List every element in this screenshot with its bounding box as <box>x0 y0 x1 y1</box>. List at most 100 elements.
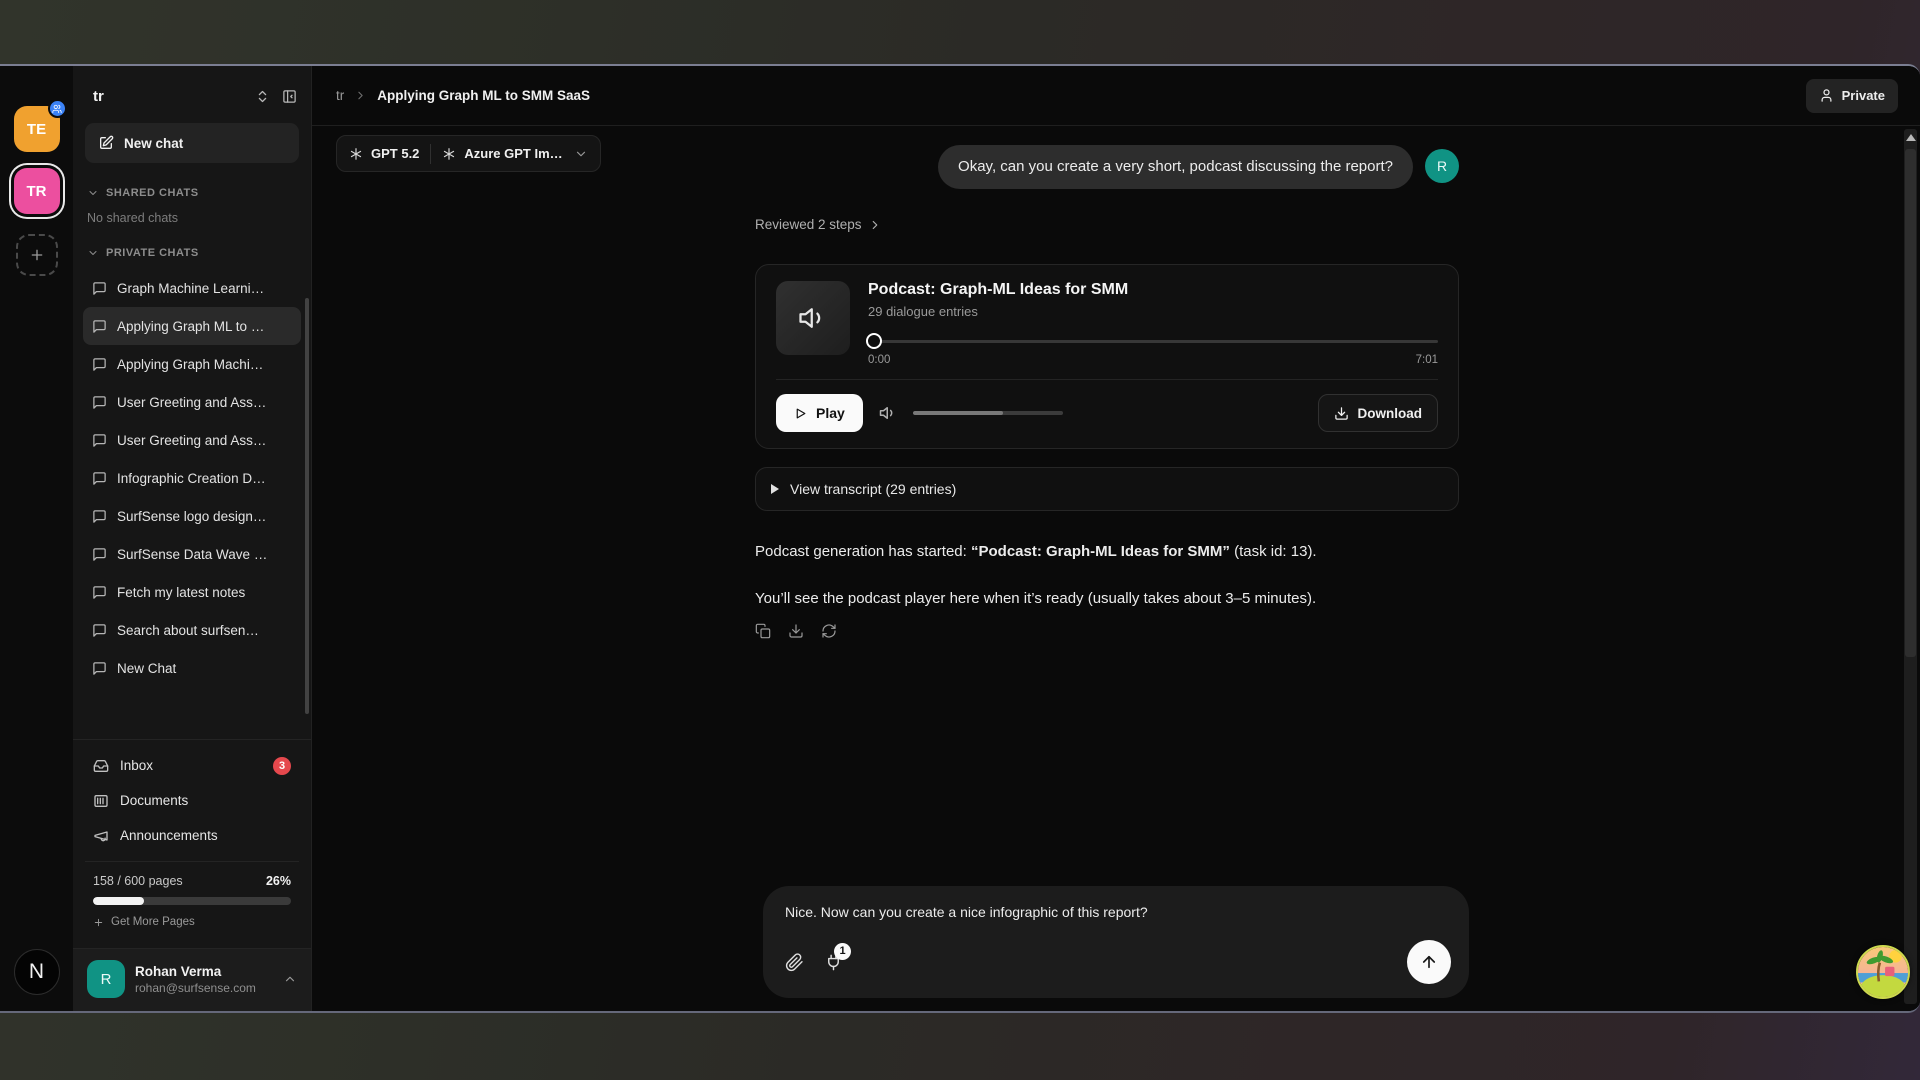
plus-icon <box>93 917 104 928</box>
sidebar-item-announcements[interactable]: Announcements <box>85 818 299 853</box>
sidebar-header: tr <box>73 66 311 115</box>
chat-item-label: User Greeting and Ass… <box>117 433 266 448</box>
user-message-avatar: R <box>1425 149 1459 183</box>
podcast-progress-slider[interactable] <box>868 333 1438 349</box>
new-chat-button[interactable]: New chat <box>85 123 299 163</box>
megaphone-icon <box>93 828 109 844</box>
chat-list-item[interactable]: Applying Graph Machi… <box>83 345 301 383</box>
nav-label: Inbox <box>120 758 153 773</box>
play-icon <box>794 407 807 420</box>
scrollbar-thumb[interactable] <box>1905 149 1916 657</box>
user-profile-menu[interactable]: R Rohan Verma rohan@surfsense.com <box>73 948 311 1011</box>
avatar-initial: R <box>1437 158 1447 174</box>
sidebar-item-documents[interactable]: Documents <box>85 783 299 818</box>
page-usage-panel: 158 / 600 pages 26% Get More Pages <box>85 861 299 938</box>
chat-item-label: Search about surfsen… <box>117 623 259 638</box>
chat-item-label: Infographic Creation D… <box>117 471 266 486</box>
chat-item-label: SurfSense logo design… <box>117 509 266 524</box>
workspace-switcher-icon[interactable] <box>255 89 270 104</box>
view-transcript-toggle[interactable]: View transcript (29 entries) <box>755 467 1459 511</box>
chat-list-item[interactable]: Search about surfsen… <box>83 611 301 649</box>
podcast-subtitle: 29 dialogue entries <box>868 304 1438 319</box>
collapse-sidebar-icon[interactable] <box>282 89 297 104</box>
sidebar-item-inbox[interactable]: Inbox 3 <box>85 748 299 783</box>
message-composer[interactable]: Nice. Now can you create a nice infograp… <box>763 886 1469 998</box>
message-square-icon <box>92 661 107 676</box>
add-workspace-button[interactable] <box>16 234 58 276</box>
chat-item-label: New Chat <box>117 661 176 676</box>
triangle-right-icon <box>771 484 779 494</box>
private-chats-section-header[interactable]: PRIVATE CHATS <box>73 227 311 265</box>
chat-list-item[interactable]: User Greeting and Ass… <box>83 421 301 459</box>
app-window: TE TR N tr <box>0 64 1920 1013</box>
reviewed-steps-label: Reviewed 2 steps <box>755 217 862 232</box>
attachment-icon[interactable] <box>785 953 804 972</box>
logo-letter: N <box>29 960 44 984</box>
workspace-initials: TR <box>27 183 47 200</box>
chat-list-item[interactable]: SurfSense logo design… <box>83 497 301 535</box>
private-visibility-button[interactable]: Private <box>1806 79 1898 113</box>
pages-percent-text: 26% <box>266 874 291 888</box>
volume-icon[interactable] <box>879 404 897 422</box>
chevron-down-icon <box>87 247 99 259</box>
send-button[interactable] <box>1407 940 1451 984</box>
chat-list-item[interactable]: Graph Machine Learni… <box>83 269 301 307</box>
podcast-total-time: 7:01 <box>1416 354 1438 366</box>
message-square-icon <box>92 319 107 334</box>
workspace-notification-badge <box>48 99 67 118</box>
nav-label: Documents <box>120 793 188 808</box>
nav-label: Announcements <box>120 828 218 843</box>
reviewed-steps-toggle[interactable]: Reviewed 2 steps <box>755 217 1459 232</box>
desktop: TE TR N tr <box>0 0 1920 1080</box>
pages-used-text: 158 / 600 pages <box>93 874 183 888</box>
chat-list-item[interactable]: Fetch my latest notes <box>83 573 301 611</box>
chat-list-item[interactable]: SurfSense Data Wave … <box>83 535 301 573</box>
play-button[interactable]: Play <box>776 394 863 432</box>
breadcrumb-root[interactable]: tr <box>336 88 344 103</box>
chat-list-item[interactable]: New Chat <box>83 649 301 687</box>
transcript-label: View transcript (29 entries) <box>790 481 956 497</box>
chat-column: Okay, can you create a very short, podca… <box>755 127 1459 639</box>
assistant-eta-message: You’ll see the podcast player here when … <box>755 588 1459 609</box>
workspace-avatar-tr-selected[interactable]: TR <box>14 168 60 214</box>
scroll-up-arrow[interactable] <box>1906 134 1916 141</box>
profile-name: Rohan Verma <box>135 963 256 981</box>
section-label: SHARED CHATS <box>106 187 199 199</box>
download-icon[interactable] <box>788 623 804 639</box>
status-suffix: (task id: 13). <box>1230 543 1317 560</box>
get-more-pages-button[interactable]: Get More Pages <box>93 916 291 928</box>
connector-icon[interactable]: 1 <box>824 953 843 972</box>
chevron-right-icon <box>868 218 882 232</box>
volume-fill <box>913 411 1003 415</box>
copy-icon[interactable] <box>755 623 771 639</box>
main-scrollbar[interactable] <box>1904 129 1917 1004</box>
main-area: tr Applying Graph ML to SMM SaaS Private <box>312 66 1920 1011</box>
message-square-icon <box>92 509 107 524</box>
podcast-progress-track <box>868 340 1438 343</box>
chat-list-item[interactable]: Infographic Creation D… <box>83 459 301 497</box>
island-extension-badge[interactable] <box>1856 945 1910 999</box>
composer-input[interactable]: Nice. Now can you create a nice infograp… <box>785 903 1451 922</box>
chat-list-item-active[interactable]: Applying Graph ML to … <box>83 307 301 345</box>
workspace-avatar-te[interactable]: TE <box>14 106 60 152</box>
sidebar: tr New chat SHARED CHATS No shared chats <box>73 66 312 1011</box>
connector-count-badge: 1 <box>834 943 851 960</box>
chat-item-label: Applying Graph ML to … <box>117 319 264 334</box>
volume-slider[interactable] <box>913 411 1063 415</box>
profile-email: rohan@surfsense.com <box>135 981 256 995</box>
chat-scroll-area[interactable]: Okay, can you create a very short, podca… <box>312 127 1902 1011</box>
chat-item-label: Graph Machine Learni… <box>117 281 264 296</box>
sidebar-scrollbar-thumb[interactable] <box>305 298 309 714</box>
divider <box>776 379 1438 380</box>
regenerate-icon[interactable] <box>821 623 837 639</box>
assistant-status-message: Podcast generation has started: “Podcast… <box>755 541 1459 562</box>
chat-list-item[interactable]: User Greeting and Ass… <box>83 383 301 421</box>
podcast-player-card: Podcast: Graph-ML Ideas for SMM 29 dialo… <box>755 264 1459 449</box>
podcast-progress-thumb[interactable] <box>866 333 882 349</box>
compose-icon <box>98 135 114 151</box>
download-podcast-button[interactable]: Download <box>1318 394 1439 432</box>
podcast-current-time: 0:00 <box>868 354 890 366</box>
message-actions <box>755 623 1459 639</box>
message-square-icon <box>92 623 107 638</box>
shared-chats-section-header[interactable]: SHARED CHATS <box>73 167 311 205</box>
